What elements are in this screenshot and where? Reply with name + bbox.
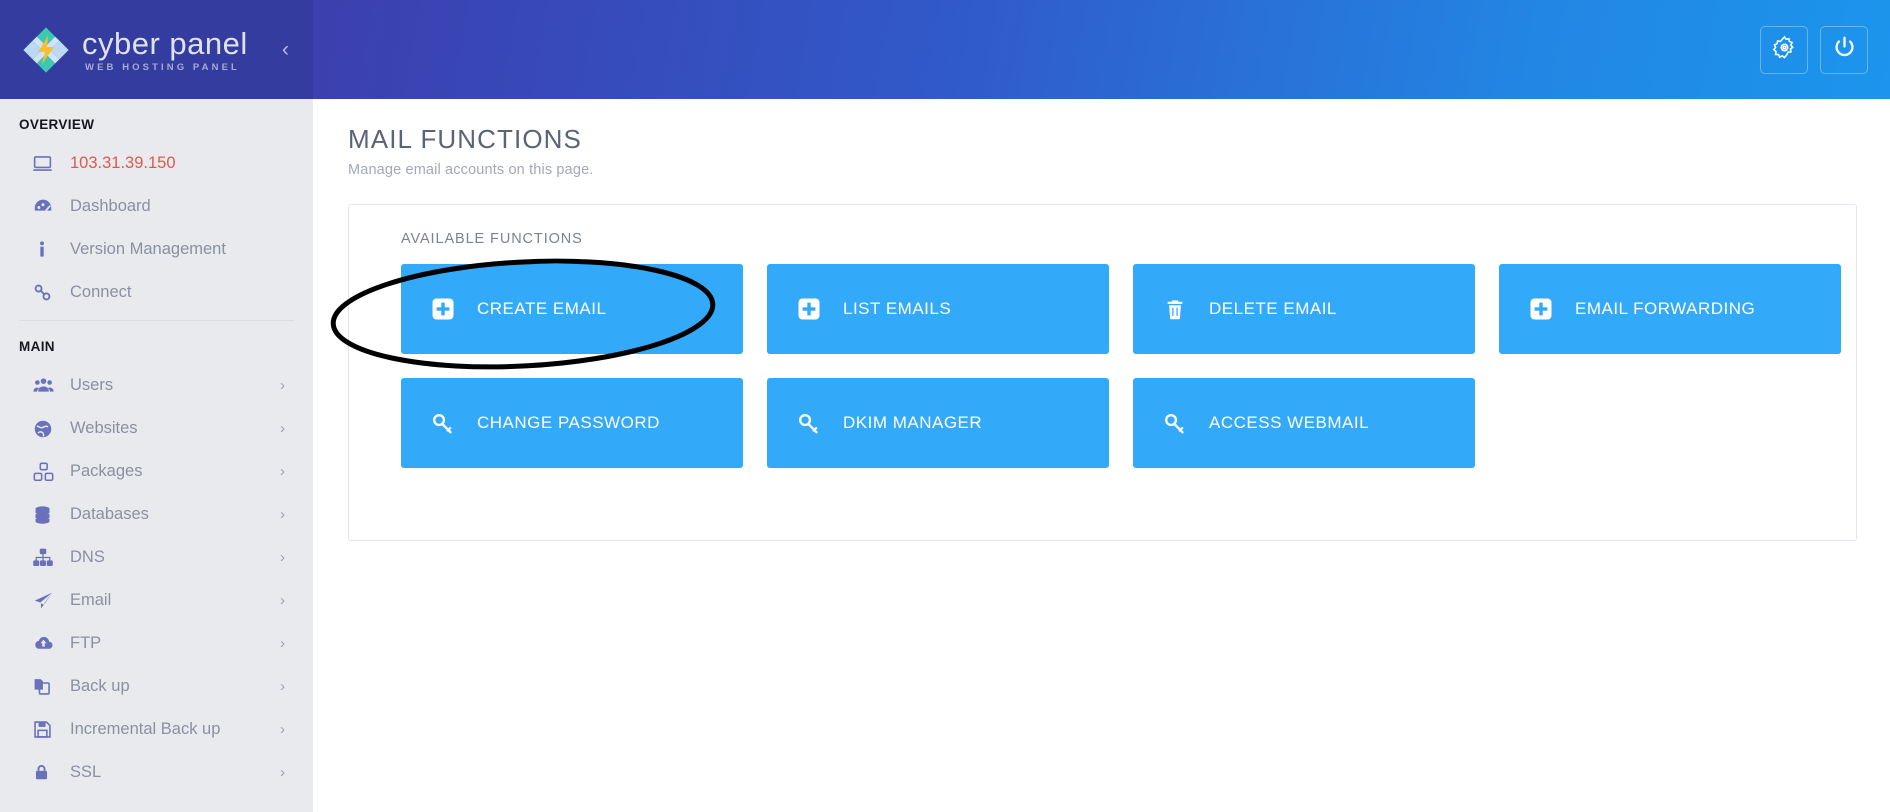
sidebar-item-incremental-back-up[interactable]: Incremental Back up › bbox=[0, 708, 313, 751]
sidebar-item-dashboard[interactable]: Dashboard bbox=[0, 185, 313, 228]
chevron-right-icon: › bbox=[280, 592, 285, 609]
dashboard-gauge-icon bbox=[32, 196, 60, 218]
chevron-left-icon[interactable]: ‹ bbox=[258, 0, 313, 99]
packages-boxes-icon bbox=[32, 461, 60, 483]
sidebar-section-main-label: MAIN bbox=[19, 339, 55, 354]
chevron-right-icon: › bbox=[280, 420, 285, 437]
sidebar-item-connect[interactable]: Connect bbox=[0, 271, 313, 314]
sidebar-item-label: FTP bbox=[70, 634, 102, 652]
function-button-grid: CREATE EMAIL LIST EMAILS DELETE EMAIL EM… bbox=[379, 264, 1841, 468]
brand-header[interactable]: cyber panel WEB HOSTING PANEL ‹ bbox=[0, 0, 313, 99]
button-label: DELETE EMAIL bbox=[1209, 299, 1337, 318]
chevron-right-icon: › bbox=[280, 678, 285, 695]
button-label: ACCESS WEBMAIL bbox=[1209, 413, 1370, 432]
change-password-button[interactable]: CHANGE PASSWORD bbox=[401, 378, 743, 468]
delete-email-button[interactable]: DELETE EMAIL bbox=[1133, 264, 1475, 354]
access-webmail-button[interactable]: ACCESS WEBMAIL bbox=[1133, 378, 1475, 468]
monitor-icon bbox=[32, 153, 60, 174]
copy-files-icon bbox=[32, 676, 60, 697]
sidebar-item-label: Users bbox=[70, 376, 114, 394]
sidebar-item-ftp[interactable]: FTP › bbox=[0, 622, 313, 665]
settings-button[interactable] bbox=[1760, 25, 1808, 74]
topbar bbox=[313, 0, 1890, 99]
sidebar: cyber panel WEB HOSTING PANEL ‹ OVERVIEW… bbox=[0, 0, 313, 812]
sidebar-item-dns[interactable]: DNS › bbox=[0, 536, 313, 579]
lock-icon bbox=[32, 762, 60, 783]
sidebar-item-label: Websites bbox=[70, 419, 138, 437]
plus-square-icon bbox=[430, 297, 455, 322]
key-icon bbox=[430, 411, 455, 436]
chevron-right-icon: › bbox=[280, 549, 285, 566]
trash-icon bbox=[1162, 297, 1187, 322]
available-functions-label: AVAILABLE FUNCTIONS bbox=[401, 231, 583, 247]
brand-text: cyber panel WEB HOSTING PANEL bbox=[82, 25, 248, 74]
button-label: CREATE EMAIL bbox=[477, 299, 607, 318]
sidebar-item-label: Databases bbox=[70, 505, 149, 523]
power-icon bbox=[1832, 35, 1857, 65]
plus-square-icon bbox=[1528, 297, 1553, 322]
sidebar-item-label: 103.31.39.150 bbox=[70, 154, 176, 172]
brand-subtitle: WEB HOSTING PANEL bbox=[85, 62, 240, 74]
sidebar-item-version-management[interactable]: Version Management bbox=[0, 228, 313, 271]
sidebar-item-databases[interactable]: Databases › bbox=[0, 493, 313, 536]
database-icon bbox=[32, 504, 60, 526]
users-icon bbox=[32, 375, 60, 396]
sidebar-item-email[interactable]: Email › bbox=[0, 579, 313, 622]
sidebar-item-label: Incremental Back up bbox=[70, 720, 221, 738]
sidebar-item-label: DNS bbox=[70, 548, 105, 566]
sidebar-item-label: Back up bbox=[70, 677, 130, 695]
button-label: DKIM MANAGER bbox=[843, 413, 983, 432]
brand-title: cyber panel bbox=[82, 25, 248, 61]
create-email-button[interactable]: CREATE EMAIL bbox=[401, 264, 743, 354]
page-title: MAIL FUNCTIONS bbox=[348, 124, 583, 154]
sidebar-item-packages[interactable]: Packages › bbox=[0, 450, 313, 493]
globe-icon bbox=[32, 418, 60, 440]
chevron-right-icon: › bbox=[280, 721, 285, 738]
app-root: cyber panel WEB HOSTING PANEL ‹ OVERVIEW… bbox=[0, 0, 1890, 812]
link-chain-icon bbox=[32, 282, 60, 303]
sidebar-item-label: Version Management bbox=[70, 240, 226, 258]
logout-power-button[interactable] bbox=[1820, 25, 1868, 74]
sidebar-item-users[interactable]: Users › bbox=[0, 364, 313, 407]
sidebar-item-label: Email bbox=[70, 591, 112, 609]
cloud-upload-icon bbox=[32, 633, 60, 654]
key-icon bbox=[1162, 411, 1187, 436]
available-functions-card: AVAILABLE FUNCTIONS CREATE EMAIL LIST EM… bbox=[348, 204, 1857, 541]
paper-plane-icon bbox=[32, 590, 60, 611]
page-header: MAIL FUNCTIONS Manage email accounts on … bbox=[313, 99, 1890, 178]
info-icon bbox=[32, 239, 60, 260]
button-label: CHANGE PASSWORD bbox=[477, 413, 660, 432]
key-icon bbox=[796, 411, 821, 436]
cyberpanel-diamond-logo-icon bbox=[22, 26, 70, 74]
sidebar-item-label: Packages bbox=[70, 462, 143, 480]
sidebar-item-label: SSL bbox=[70, 763, 102, 781]
button-label: EMAIL FORWARDING bbox=[1575, 299, 1756, 318]
floppy-disk-icon bbox=[32, 719, 60, 740]
dkim-manager-button[interactable]: DKIM MANAGER bbox=[767, 378, 1109, 468]
sidebar-item-websites[interactable]: Websites › bbox=[0, 407, 313, 450]
plus-square-icon bbox=[796, 297, 821, 322]
sidebar-item-server-ip[interactable]: 103.31.39.150 bbox=[0, 142, 313, 185]
chevron-right-icon: › bbox=[280, 506, 285, 523]
page-subtitle: Manage email accounts on this page. bbox=[348, 162, 594, 178]
button-label: LIST EMAILS bbox=[843, 299, 952, 318]
chevron-right-icon: › bbox=[280, 377, 285, 394]
sidebar-item-label: Connect bbox=[70, 283, 132, 301]
main-content: MAIL FUNCTIONS Manage email accounts on … bbox=[313, 99, 1890, 812]
sitemap-icon bbox=[32, 547, 60, 568]
sidebar-item-ssl[interactable]: SSL › bbox=[0, 751, 313, 794]
sidebar-item-label: Dashboard bbox=[70, 197, 151, 215]
gear-icon bbox=[1772, 35, 1797, 65]
sidebar-section-overview-label: OVERVIEW bbox=[19, 117, 95, 132]
chevron-right-icon: › bbox=[280, 463, 285, 480]
list-emails-button[interactable]: LIST EMAILS bbox=[767, 264, 1109, 354]
sidebar-item-back-up[interactable]: Back up › bbox=[0, 665, 313, 708]
chevron-right-icon: › bbox=[280, 764, 285, 781]
chevron-right-icon: › bbox=[280, 635, 285, 652]
email-forwarding-button[interactable]: EMAIL FORWARDING bbox=[1499, 264, 1841, 354]
